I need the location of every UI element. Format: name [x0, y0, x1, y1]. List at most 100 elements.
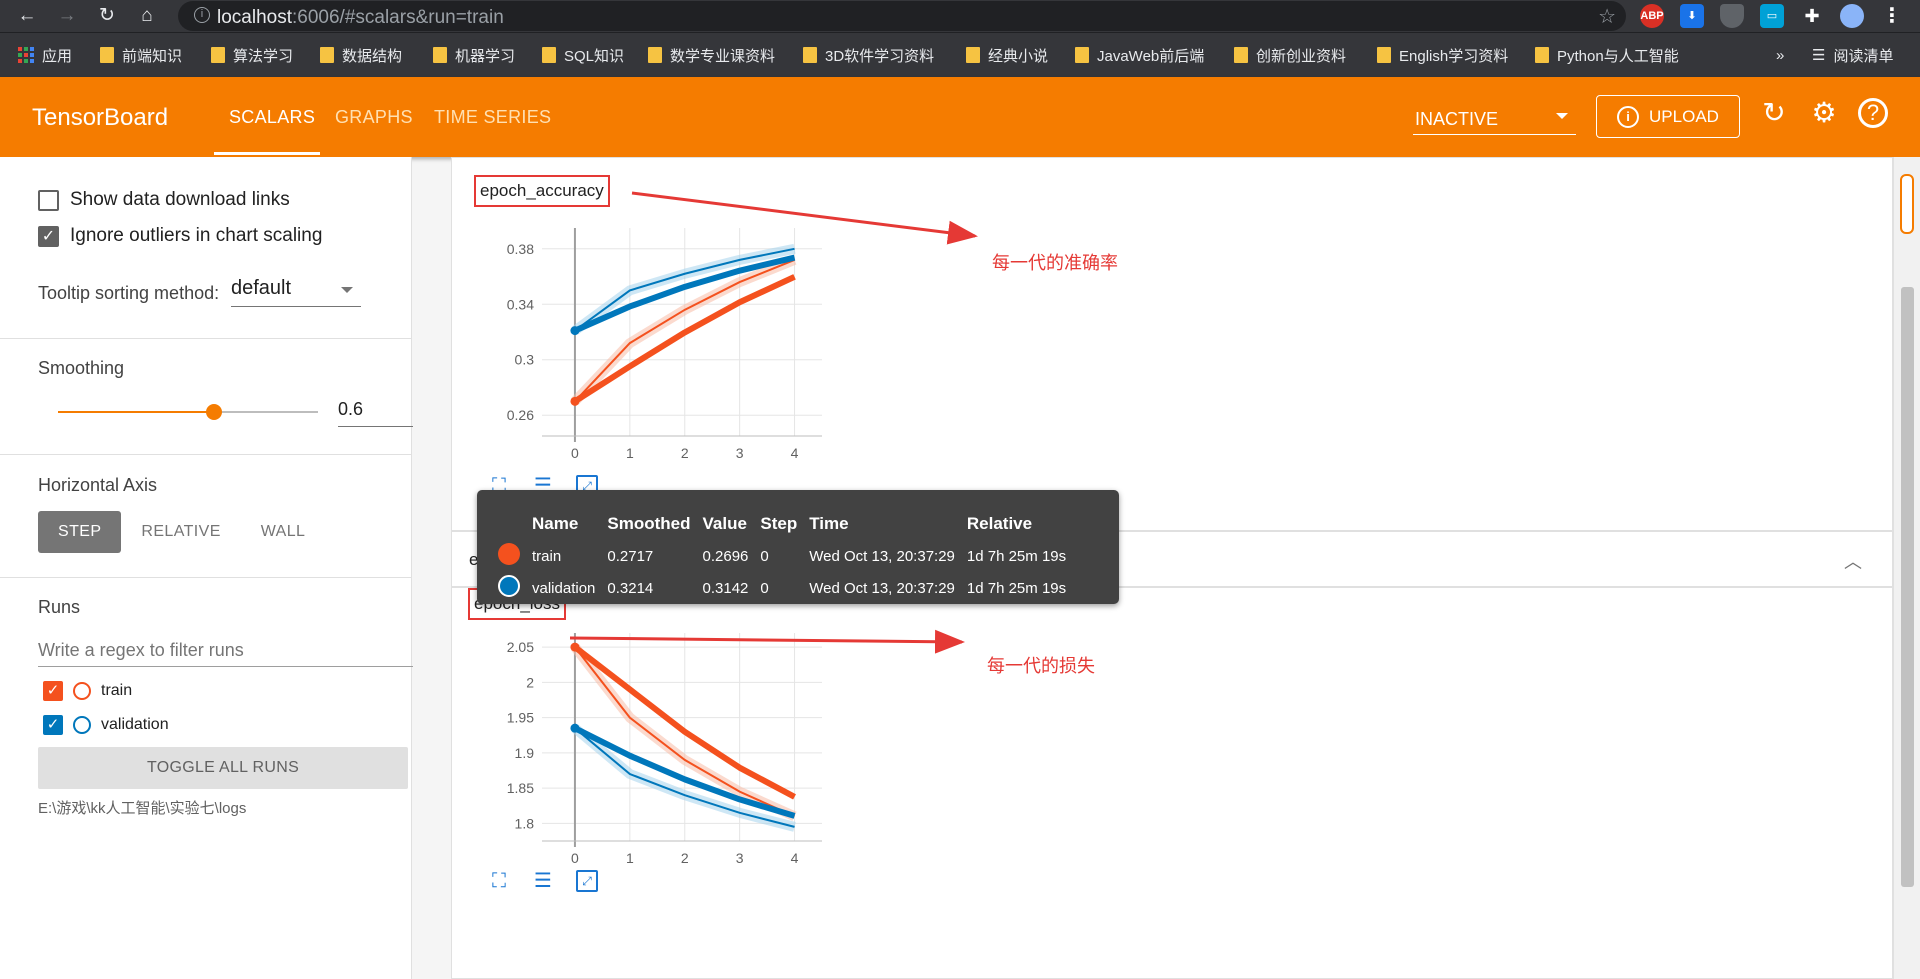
chevron-up-icon[interactable]: ︿: [1844, 548, 1862, 574]
tooltip-cell: 0: [760, 547, 769, 565]
bookmark-star-icon[interactable]: ☆: [1598, 4, 1616, 29]
download-extension-icon[interactable]: ⬇: [1680, 4, 1704, 28]
bookmark-item[interactable]: English学习资料: [1377, 44, 1508, 66]
run-item-validation[interactable]: ✓ validation: [43, 715, 169, 735]
tooltip-table: Name Smoothed Value Step Time Relative t…: [492, 514, 1072, 604]
slider-thumb[interactable]: [206, 404, 222, 420]
tooltip-sorting-select[interactable]: default: [231, 275, 361, 307]
scroll-thumb[interactable]: [1901, 287, 1914, 887]
tv-extension-icon[interactable]: ▭: [1760, 4, 1784, 28]
y-tick-label: 0.26: [507, 407, 534, 423]
reading-list-label: 阅读清单: [1833, 47, 1894, 65]
horizontal-axis-buttons: STEP RELATIVE WALL: [38, 511, 325, 553]
home-icon[interactable]: ⌂: [134, 3, 160, 29]
run-item-train[interactable]: ✓ train: [43, 681, 132, 701]
run-name: validation: [101, 716, 169, 733]
run-checkbox[interactable]: ✓: [43, 681, 63, 701]
tab-scalars[interactable]: SCALARS: [229, 107, 315, 128]
y-tick-label: 1.95: [507, 710, 534, 726]
folder-icon: [320, 47, 334, 63]
bookmark-item[interactable]: JavaWeb前后端: [1075, 44, 1204, 66]
run-color-circle-icon[interactable]: [73, 682, 91, 700]
bookmark-item[interactable]: 经典小说: [966, 44, 1048, 66]
show-download-links-checkbox[interactable]: Show data download links: [38, 189, 290, 211]
upload-button[interactable]: i UPLOAD: [1596, 95, 1740, 138]
chart-tooltip: Name Smoothed Value Step Time Relative t…: [477, 490, 1119, 604]
tab-time-series[interactable]: TIME SERIES: [434, 107, 551, 128]
ignore-outliers-checkbox[interactable]: ✓ Ignore outliers in chart scaling: [38, 225, 322, 247]
shield-extension-icon[interactable]: [1720, 4, 1744, 28]
site-info-icon[interactable]: i: [194, 7, 210, 23]
x-tick-label: 3: [736, 445, 744, 461]
bookmark-label: 创新创业资料: [1256, 47, 1347, 65]
info-icon: i: [1617, 105, 1640, 128]
reading-list-icon: ☰: [1812, 47, 1826, 64]
axis-step-button[interactable]: STEP: [38, 511, 122, 553]
tooltip-row: train 0.2717 0.2696 0 Wed Oct 13, 20:37:…: [492, 540, 1072, 572]
reading-list-button[interactable]: ☰ 阅读清单: [1812, 44, 1893, 66]
fit-domain-icon[interactable]: ⤢: [576, 870, 598, 892]
bookmark-apps[interactable]: 应用: [18, 44, 72, 66]
tooltip-cell: 0: [760, 579, 769, 597]
bookmark-item[interactable]: 数据结构: [320, 44, 402, 66]
back-arrow-icon[interactable]: ←: [14, 3, 40, 29]
toggle-all-runs-button[interactable]: TOGGLE ALL RUNS: [38, 747, 408, 789]
smoothing-slider[interactable]: [58, 404, 318, 420]
bookmark-item[interactable]: Python与人工智能: [1535, 44, 1679, 66]
x-tick-label: 4: [791, 850, 799, 866]
smoothing-input[interactable]: 0.6: [338, 397, 413, 427]
annotation-accuracy: 每一代的准确率: [992, 253, 1118, 273]
url-text[interactable]: localhost:6006/#scalars&run=train: [217, 7, 504, 29]
folder-icon: [1535, 47, 1549, 63]
x-tick-label: 4: [791, 445, 799, 461]
folder-icon: [542, 47, 556, 63]
refresh-icon[interactable]: ↻: [1758, 97, 1790, 129]
chart-card-loss: epoch_loss 1.81.851.91.9522.0501234 ⛶ ☰ …: [451, 587, 1893, 979]
browser-menu-icon[interactable]: ⋮: [1880, 4, 1904, 28]
run-color-circle-icon[interactable]: [73, 716, 91, 734]
accuracy-chart[interactable]: 0.26 0.3 0.34 0.38 0 1 2 3 4: [482, 208, 862, 478]
x-tick-label: 0: [571, 850, 579, 866]
bookmark-label: 算法学习: [233, 47, 294, 65]
bookmark-item[interactable]: 数学专业课资料: [648, 44, 775, 66]
scroll-handle[interactable]: [1900, 174, 1914, 234]
loss-chart[interactable]: 1.8 1.85 1.9 1.95 2 2.05 0 1 2 3 4: [482, 613, 862, 883]
reload-icon[interactable]: ↻: [94, 3, 120, 29]
bookmarks-overflow-button[interactable]: »: [1776, 44, 1784, 66]
bookmark-item[interactable]: 3D软件学习资料: [803, 44, 934, 66]
extensions-puzzle-icon[interactable]: ✚: [1800, 4, 1824, 28]
inactive-plugins-select[interactable]: INACTIVE: [1413, 105, 1576, 135]
tooltip-cell: Wed Oct 13, 20:37:29: [809, 547, 955, 565]
bookmark-item[interactable]: 机器学习: [433, 44, 515, 66]
folder-icon: [1234, 47, 1248, 63]
y-tick-label: 1.85: [507, 780, 534, 796]
folder-icon: [966, 47, 980, 63]
x-tick-label: 3: [736, 850, 744, 866]
chart-title: epoch_accuracy: [474, 175, 610, 207]
page-scrollbar[interactable]: [1893, 157, 1920, 979]
axis-relative-button[interactable]: RELATIVE: [121, 511, 240, 553]
forward-arrow-icon[interactable]: →: [54, 3, 80, 29]
run-checkbox[interactable]: ✓: [43, 715, 63, 735]
bookmark-item[interactable]: 算法学习: [211, 44, 293, 66]
run-filter-input[interactable]: Write a regex to filter runs: [38, 637, 413, 667]
log-scale-icon[interactable]: ☰: [532, 870, 554, 892]
fullscreen-icon[interactable]: ⛶: [488, 870, 510, 892]
adblock-plus-icon[interactable]: ABP: [1640, 4, 1664, 28]
tab-graphs[interactable]: GRAPHS: [335, 107, 413, 128]
checkbox-box[interactable]: [38, 189, 59, 211]
folder-icon: [100, 47, 114, 63]
profile-avatar-icon[interactable]: [1840, 4, 1864, 28]
settings-gear-icon[interactable]: ⚙: [1808, 97, 1840, 129]
axis-wall-button[interactable]: WALL: [241, 511, 326, 553]
bookmark-item[interactable]: SQL知识: [542, 44, 624, 66]
bookmark-label: 机器学习: [455, 47, 516, 65]
tooltip-cell: 0.2696: [702, 547, 749, 565]
bookmark-item[interactable]: 创新创业资料: [1234, 44, 1346, 66]
tooltip-cell: 1d 7h 25m 19s: [966, 547, 1067, 565]
help-icon[interactable]: ?: [1858, 98, 1888, 128]
address-bar[interactable]: i localhost:6006/#scalars&run=train ☆: [178, 1, 1626, 31]
run-name: train: [101, 682, 133, 699]
checkbox-checked-box[interactable]: ✓: [38, 225, 59, 247]
bookmark-item[interactable]: 前端知识: [100, 44, 182, 66]
